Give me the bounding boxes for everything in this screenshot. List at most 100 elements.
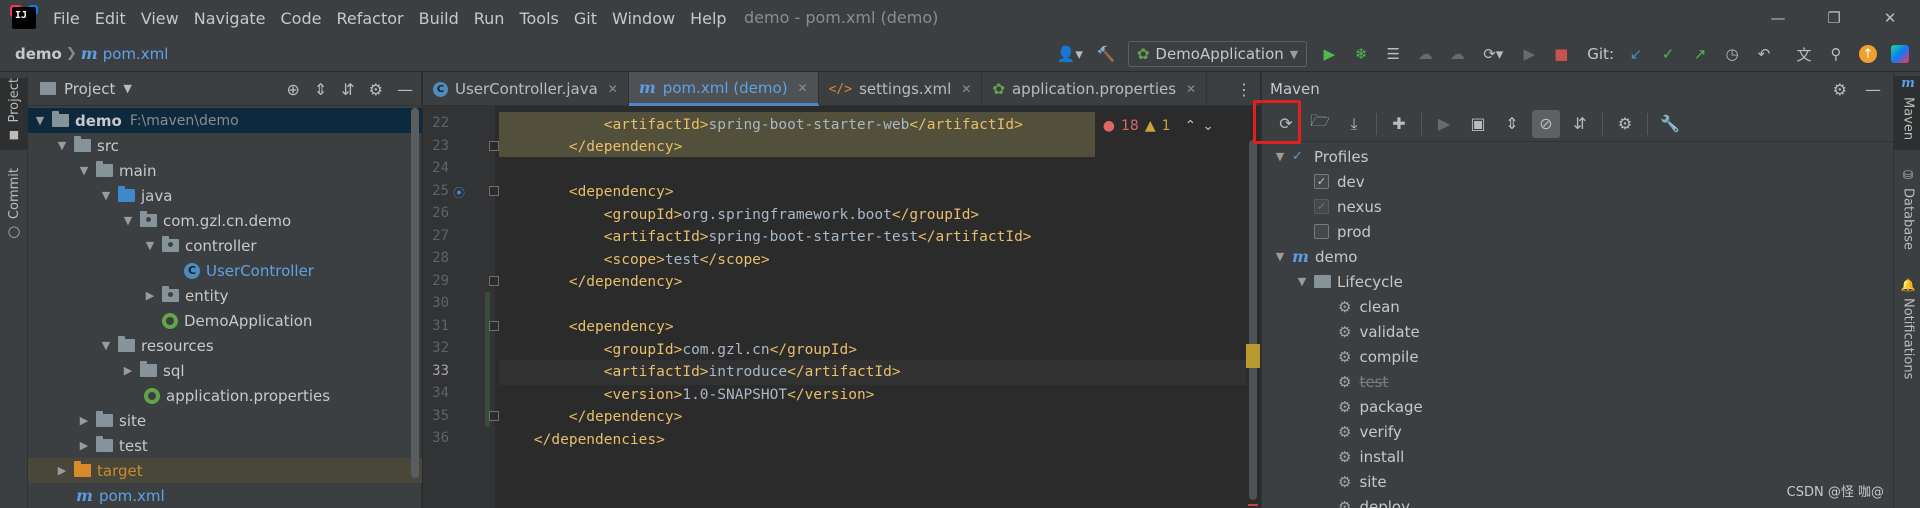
maven-tool-tab[interactable]: m Maven — [1894, 76, 1920, 150]
fold-marker-icon[interactable] — [489, 320, 499, 331]
tree-item-main[interactable]: ▼ main — [28, 158, 422, 183]
tree-item-src[interactable]: ▼ src — [28, 133, 422, 158]
menu-window[interactable]: Window — [611, 7, 676, 30]
code-line[interactable]: </dependencies> — [499, 427, 1246, 452]
hide-icon[interactable]: — — [397, 80, 413, 99]
code-line[interactable]: <groupId> org.springframework.boot </group… — [499, 202, 1246, 227]
git-push-icon[interactable]: ↗ — [1686, 40, 1714, 68]
maven-goal-install[interactable]: ⚙ install — [1262, 444, 1894, 469]
chevron-right-icon[interactable]: ▶ — [120, 364, 136, 377]
code-line[interactable]: </dependency> — [499, 270, 1246, 295]
next-highlight-icon[interactable]: ⌄ — [1202, 118, 1214, 134]
search-icon[interactable]: ⚲ — [1822, 40, 1850, 68]
project-panel-title[interactable]: Project — [64, 80, 115, 98]
chevron-down-icon[interactable]: ▼ — [123, 82, 131, 95]
close-icon[interactable]: ✕ — [608, 82, 618, 96]
profile-checkbox[interactable]: ✓ — [1314, 199, 1329, 214]
code-line[interactable]: <dependency> — [499, 180, 1246, 205]
chevron-down-icon[interactable]: ▼ — [1294, 275, 1310, 288]
tree-item-site[interactable]: ▶ site — [28, 408, 422, 433]
maven-goal-test[interactable]: ⚙ test — [1262, 369, 1894, 394]
gear-icon[interactable]: ⚙ — [369, 80, 383, 99]
tree-item-resources[interactable]: ▼ resources — [28, 333, 422, 358]
chevron-down-icon[interactable]: ▼ — [1272, 150, 1288, 163]
stop-icon[interactable]: ■ — [1547, 40, 1575, 68]
tab-pom[interactable]: m pom.xml (demo) ✕ — [628, 72, 819, 106]
chevron-right-icon[interactable]: ▶ — [54, 464, 70, 477]
tree-item-java[interactable]: ▼ java — [28, 183, 422, 208]
scroll-marker[interactable] — [1246, 344, 1260, 368]
tree-item-package-demo[interactable]: ▼ com.gzl.cn.demo — [28, 208, 422, 233]
rollback-icon[interactable]: ↶ — [1750, 40, 1778, 68]
code-line[interactable]: <artifactId> introduce </artifactId> — [499, 359, 1246, 385]
project-scrollbar[interactable] — [411, 108, 419, 478]
expand-all-icon[interactable]: ⇕ — [314, 80, 327, 99]
maven-item-profiles[interactable]: ▼ ✓ Profiles — [1262, 144, 1894, 169]
menu-navigate[interactable]: Navigate — [193, 7, 267, 30]
fold-marker-icon[interactable] — [489, 140, 499, 151]
maven-profile-dev[interactable]: ✓ dev — [1262, 169, 1894, 194]
code-area[interactable]: <artifactId> spring-boot-starter-web </art… — [499, 106, 1246, 508]
tree-item-pom[interactable]: m pom.xml — [28, 483, 422, 508]
notifications-tool-tab[interactable]: 🔔 Notifications — [1894, 278, 1920, 398]
run-maven-build-icon[interactable]: ▶ — [1430, 110, 1458, 138]
menu-build[interactable]: Build — [418, 7, 460, 30]
editor-scrollbar-thumb[interactable] — [1249, 140, 1257, 500]
maven-settings-icon[interactable]: 🔧 — [1656, 110, 1684, 138]
locate-icon[interactable]: ⊕ — [286, 80, 299, 99]
menu-git[interactable]: Git — [573, 7, 598, 30]
menu-code[interactable]: Code — [280, 7, 323, 30]
close-icon[interactable]: ✕ — [798, 81, 808, 95]
vcs-change-marker[interactable] — [485, 292, 490, 427]
restore-icon[interactable]: ❐ — [1806, 0, 1862, 36]
hide-icon[interactable]: — — [1865, 80, 1881, 99]
generate-sources-icon[interactable]: 🗁 — [1306, 110, 1334, 138]
tree-item-demoapplication[interactable]: DemoApplication — [28, 308, 422, 333]
download-sources-icon[interactable]: ⤓ — [1340, 110, 1368, 138]
code-line[interactable]: <dependency> — [499, 315, 1246, 340]
chevron-right-icon[interactable]: ▶ — [142, 289, 158, 302]
build-hammer-icon[interactable]: 🔨 — [1092, 40, 1120, 68]
code-line[interactable] — [499, 157, 1246, 182]
code-line[interactable]: <version> 1.0-SNAPSHOT </version> — [499, 382, 1246, 407]
inspection-widget[interactable]: ● 18 ▲ 1 ⌃ ⌄ — [1096, 114, 1220, 138]
more-run-actions-icon[interactable]: ⟳▾ — [1475, 40, 1511, 68]
code-line[interactable] — [499, 292, 1246, 317]
translate-icon[interactable]: 文 — [1790, 40, 1818, 68]
tree-item-usercontroller[interactable]: C UserController — [28, 258, 422, 283]
more-tabs-icon[interactable]: ⋮ — [1236, 80, 1252, 99]
tree-item-sql[interactable]: ▶ sql — [28, 358, 422, 383]
attach-profiler-icon[interactable]: ☁ — [1443, 40, 1471, 68]
tree-item-entity[interactable]: ▶ entity — [28, 283, 422, 308]
chevron-down-icon[interactable]: ▼ — [142, 239, 158, 252]
database-tool-tab[interactable]: ⛁ Database — [1894, 168, 1920, 258]
error-marker[interactable] — [1248, 504, 1258, 506]
debug-icon[interactable]: ❄ — [1347, 40, 1375, 68]
menu-file[interactable]: File — [52, 7, 81, 30]
tree-item-application-properties[interactable]: application.properties — [28, 383, 422, 408]
commit-tool-tab[interactable]: Commit ◯ — [0, 168, 28, 238]
tab-application-properties[interactable]: ✿ application.properties ✕ — [982, 72, 1208, 106]
maven-goal-verify[interactable]: ⚙ verify — [1262, 419, 1894, 444]
close-icon[interactable]: ✕ — [961, 82, 971, 96]
menu-help[interactable]: Help — [689, 7, 727, 30]
chevron-down-icon[interactable]: ▼ — [120, 214, 136, 227]
tree-item-target[interactable]: ▶ target — [28, 458, 422, 483]
run-icon[interactable]: ▶ — [1315, 40, 1343, 68]
chevron-right-icon[interactable]: ▶ — [76, 439, 92, 452]
code-line[interactable]: <groupId> com.gzl.cn </groupId> — [499, 337, 1246, 362]
fold-marker-icon[interactable] — [489, 185, 499, 196]
add-maven-project-icon[interactable]: ✚ — [1385, 110, 1413, 138]
editor-scrollbar[interactable] — [1246, 106, 1260, 508]
chevron-down-icon[interactable]: ▼ — [76, 164, 92, 177]
chevron-down-icon[interactable]: ▼ — [98, 339, 114, 352]
run-configuration-select[interactable]: ✿ DemoApplication ▼ — [1127, 41, 1308, 67]
resume-icon[interactable]: ▶ — [1515, 40, 1543, 68]
update-icon[interactable]: ↑ — [1854, 40, 1882, 68]
user-icon[interactable]: 👤▾ — [1052, 40, 1088, 68]
collapse-all-icon[interactable]: ⇵ — [1566, 110, 1594, 138]
tab-settings[interactable]: </> settings.xml ✕ — [819, 72, 983, 106]
minimize-icon[interactable]: — — [1750, 0, 1806, 36]
chevron-down-icon[interactable]: ▼ — [98, 189, 114, 202]
gear-icon[interactable]: ⚙ — [1833, 80, 1847, 99]
